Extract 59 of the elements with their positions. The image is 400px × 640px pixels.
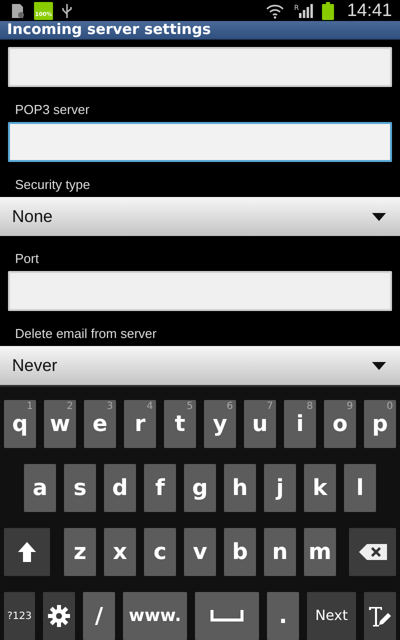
character-key[interactable]: . — [267, 592, 299, 640]
clock: 14:41 — [346, 0, 392, 21]
letter-key[interactable]: 7 u — [244, 400, 276, 448]
field-label: Delete email from server — [15, 326, 158, 341]
settings-key[interactable] — [43, 592, 75, 640]
up-arrow-icon — [17, 541, 37, 563]
letter-key[interactable]: h — [224, 464, 256, 512]
letter-key[interactable]: v — [184, 528, 216, 576]
dropdown[interactable]: None — [0, 197, 400, 236]
letter-key[interactable]: x — [104, 528, 136, 576]
letter-key[interactable]: 5 t — [164, 400, 196, 448]
input-mode-key[interactable] — [364, 592, 396, 640]
letter-key[interactable]: k — [304, 464, 336, 512]
sd-card-icon — [11, 2, 25, 18]
letter-key[interactable]: 4 r — [124, 400, 156, 448]
letter-key[interactable]: s — [64, 464, 96, 512]
letter-key[interactable]: l — [344, 464, 376, 512]
caret-icon — [372, 362, 386, 370]
letter-key[interactable]: 9 o — [324, 400, 356, 448]
letter-key[interactable]: j — [264, 464, 296, 512]
letter-key[interactable]: m — [304, 528, 336, 576]
field-label: Port — [15, 251, 40, 266]
usb-icon — [62, 2, 72, 18]
field-label: Security type — [15, 177, 92, 192]
letter-key[interactable]: 0 p — [364, 400, 396, 448]
letter-key[interactable]: d — [104, 464, 136, 512]
letter-key[interactable]: g — [184, 464, 216, 512]
gear-icon — [48, 605, 70, 627]
dropdown[interactable]: Never — [0, 346, 400, 385]
field-label: POP3 server — [15, 102, 90, 117]
shift-key[interactable] — [4, 528, 50, 576]
letter-key[interactable]: f — [144, 464, 176, 512]
letter-key[interactable]: 3 e — [84, 400, 116, 448]
backspace-icon — [358, 544, 386, 560]
letter-key[interactable]: 1 q — [4, 400, 36, 448]
letter-key[interactable]: b — [224, 528, 256, 576]
character-key[interactable]: / — [83, 592, 115, 640]
wifi-icon — [265, 2, 286, 18]
letter-key[interactable]: c — [144, 528, 176, 576]
battery-icon — [322, 2, 334, 20]
symbols-key[interactable]: ?123 — [4, 592, 35, 640]
caret-icon — [372, 212, 386, 220]
space-key[interactable] — [195, 592, 259, 640]
letter-key[interactable]: z — [64, 528, 96, 576]
letter-key[interactable]: a — [24, 464, 56, 512]
text-field[interactable] — [8, 271, 392, 311]
text-field[interactable] — [8, 47, 392, 87]
letter-key[interactable]: n — [264, 528, 296, 576]
letter-key[interactable]: 2 w — [44, 400, 76, 448]
letter-key[interactable]: 6 y — [204, 400, 236, 448]
www-key[interactable]: www. — [123, 592, 187, 640]
signal-icon — [298, 4, 313, 18]
text-field[interactable] — [8, 122, 392, 162]
next-key[interactable]: Next — [307, 592, 356, 640]
text-pen-icon — [368, 605, 392, 627]
backspace-key[interactable] — [349, 528, 396, 576]
space-bar-icon — [210, 610, 244, 622]
letter-key[interactable]: 8 i — [284, 400, 316, 448]
screen-title: Incoming server settings — [7, 22, 211, 38]
